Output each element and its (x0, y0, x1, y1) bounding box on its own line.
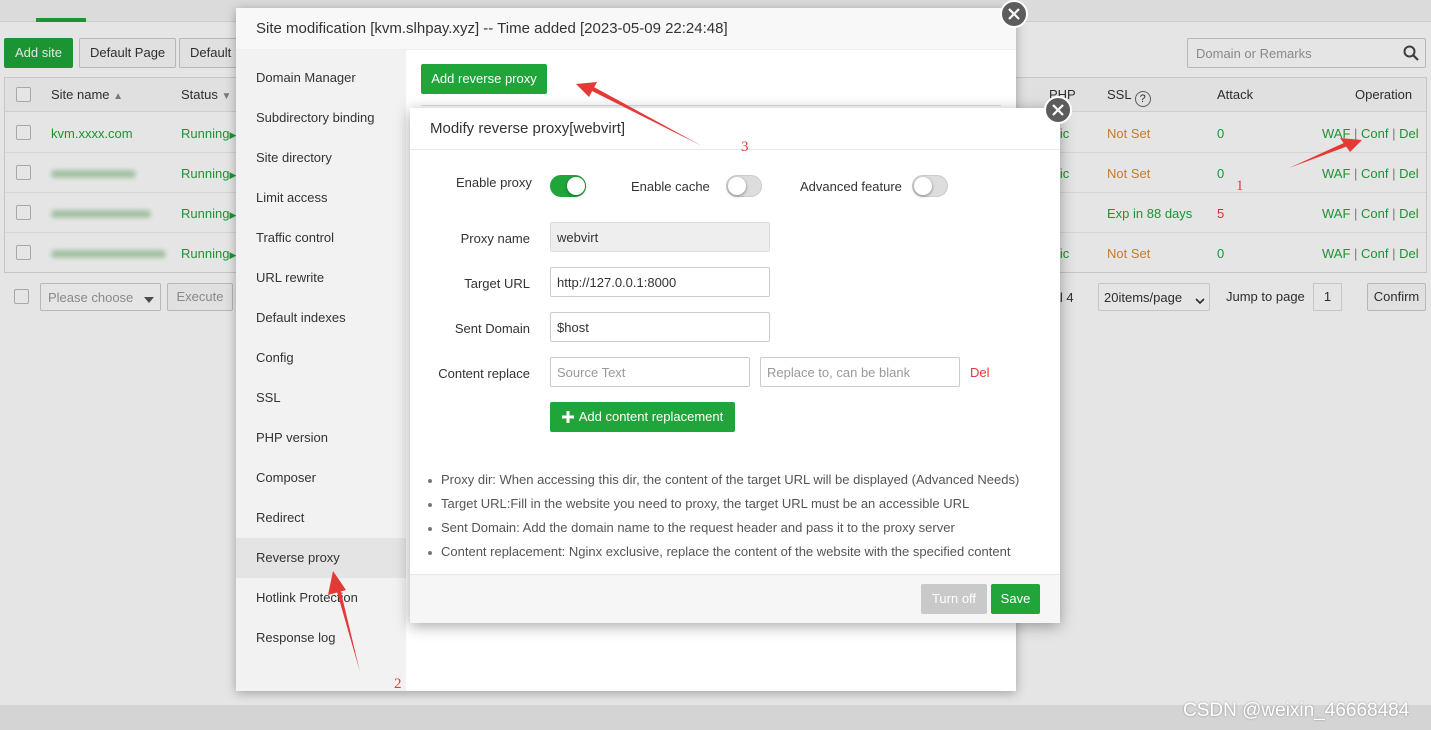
annotation-3: 3 (741, 139, 749, 155)
annotation-arrows (328, 82, 1362, 672)
annotation-1: 1 (1236, 178, 1244, 194)
annotation-2: 2 (394, 676, 402, 692)
arrow-3 (576, 82, 702, 146)
arrow-1 (1289, 138, 1362, 168)
arrow-2 (328, 571, 360, 672)
watermark: CSDN @weixin_46668484 (1183, 700, 1410, 721)
